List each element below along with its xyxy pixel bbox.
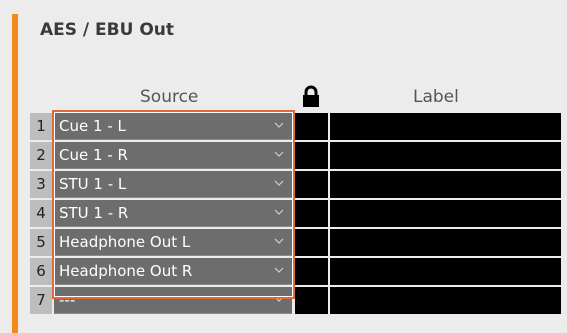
- lock-icon: [303, 85, 319, 107]
- source-dropdown-6[interactable]: Headphone Out R: [54, 258, 292, 285]
- source-dropdown-7[interactable]: ---: [54, 287, 292, 314]
- source-value: Headphone Out R: [59, 262, 193, 280]
- source-column-header: Source: [140, 87, 199, 107]
- chevron-down-icon: [274, 267, 284, 273]
- row-number: 6: [30, 258, 52, 285]
- row-number: 2: [30, 142, 52, 169]
- lock-cell-2[interactable]: [295, 142, 328, 169]
- chevron-down-icon: [274, 238, 284, 244]
- output-row-6: 6 Headphone Out R: [30, 258, 567, 286]
- row-number: 7: [30, 287, 52, 314]
- output-row-4: 4 STU 1 - R: [30, 200, 567, 228]
- lock-cell-4[interactable]: [295, 200, 328, 227]
- lock-cell-3[interactable]: [295, 171, 328, 198]
- source-dropdown-3[interactable]: STU 1 - L: [54, 171, 292, 198]
- label-cell-1[interactable]: [330, 113, 561, 140]
- label-cell-7[interactable]: [330, 287, 561, 314]
- lock-cell-1[interactable]: [295, 113, 328, 140]
- output-row-2: 2 Cue 1 - R: [30, 142, 567, 170]
- label-cell-2[interactable]: [330, 142, 561, 169]
- source-value: STU 1 - L: [59, 175, 127, 193]
- lock-cell-6[interactable]: [295, 258, 328, 285]
- source-value: Headphone Out L: [59, 233, 191, 251]
- chevron-down-icon: [274, 296, 284, 302]
- source-value: STU 1 - R: [59, 204, 129, 222]
- label-column-header: Label: [413, 87, 459, 107]
- lock-cell-5[interactable]: [295, 229, 328, 256]
- output-row-7: 7 ---: [30, 287, 567, 315]
- source-dropdown-1[interactable]: Cue 1 - L: [54, 113, 292, 140]
- row-number: 4: [30, 200, 52, 227]
- chevron-down-icon: [274, 151, 284, 157]
- label-cell-6[interactable]: [330, 258, 561, 285]
- row-number: 1: [30, 113, 52, 140]
- lock-cell-7[interactable]: [295, 287, 328, 314]
- label-cell-3[interactable]: [330, 171, 561, 198]
- label-cell-5[interactable]: [330, 229, 561, 256]
- accent-bar: [12, 14, 18, 333]
- output-row-5: 5 Headphone Out L: [30, 229, 567, 257]
- label-cell-4[interactable]: [330, 200, 561, 227]
- chevron-down-icon: [274, 209, 284, 215]
- chevron-down-icon: [274, 180, 284, 186]
- row-number: 3: [30, 171, 52, 198]
- source-value: Cue 1 - L: [59, 117, 126, 135]
- source-value: Cue 1 - R: [59, 146, 128, 164]
- output-row-3: 3 STU 1 - L: [30, 171, 567, 199]
- row-number: 5: [30, 229, 52, 256]
- source-value: ---: [59, 291, 76, 309]
- output-row-1: 1 Cue 1 - L: [30, 113, 567, 141]
- chevron-down-icon: [274, 122, 284, 128]
- source-dropdown-2[interactable]: Cue 1 - R: [54, 142, 292, 169]
- source-dropdown-5[interactable]: Headphone Out L: [54, 229, 292, 256]
- source-dropdown-4[interactable]: STU 1 - R: [54, 200, 292, 227]
- panel-title: AES / EBU Out: [40, 20, 175, 40]
